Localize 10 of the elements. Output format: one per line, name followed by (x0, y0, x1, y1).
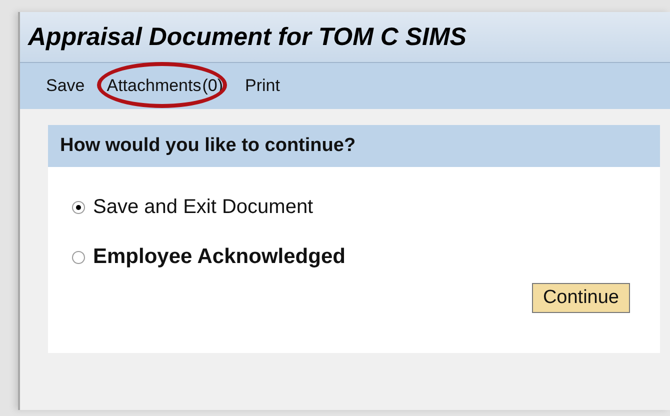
radio-button[interactable] (72, 200, 85, 214)
toolbar-link[interactable]: Attachments (106, 76, 202, 96)
option-label: Save and Exit Document (93, 196, 314, 218)
window-title: Appraisal Document for TOM C SIMS (28, 22, 466, 52)
panel-title: How would you like to continue? (60, 135, 356, 157)
toolbar-link[interactable]: Print (245, 76, 280, 96)
radio-button[interactable] (72, 250, 85, 264)
toolbar-link[interactable]: Save (46, 76, 85, 96)
option-label: Employee Acknowledged (93, 245, 346, 269)
continue-button[interactable]: Continue (532, 283, 630, 313)
